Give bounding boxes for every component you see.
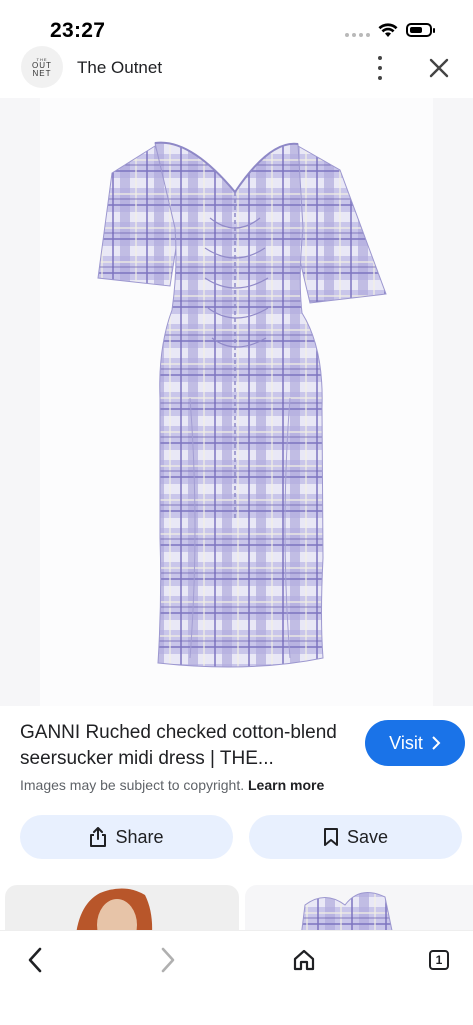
back-icon[interactable] bbox=[20, 945, 50, 975]
close-icon[interactable] bbox=[428, 57, 450, 79]
share-icon bbox=[90, 827, 107, 847]
visit-button[interactable]: Visit bbox=[365, 720, 465, 766]
forward-icon[interactable] bbox=[153, 945, 183, 975]
bottom-navigation: 1 bbox=[0, 930, 473, 1025]
wifi-icon bbox=[378, 23, 398, 37]
product-image[interactable] bbox=[40, 98, 433, 706]
status-bar: 23:27 bbox=[0, 0, 473, 44]
home-icon[interactable] bbox=[289, 945, 319, 975]
tab-count: 1 bbox=[429, 950, 449, 970]
site-logo: THE OUT NET bbox=[21, 46, 63, 88]
chevron-right-icon bbox=[432, 736, 441, 750]
signal-icon bbox=[345, 33, 370, 37]
copyright-notice: Images may be subject to copyright. Lear… bbox=[20, 777, 325, 793]
save-button[interactable]: Save bbox=[249, 815, 462, 859]
more-options-icon[interactable] bbox=[370, 56, 390, 80]
site-name: The Outnet bbox=[77, 58, 163, 77]
product-image-area bbox=[0, 98, 473, 706]
dress-illustration bbox=[97, 141, 387, 668]
battery-icon bbox=[406, 23, 435, 37]
product-title[interactable]: GANNI Ruched checked cotton-blend seersu… bbox=[20, 720, 350, 772]
status-time: 23:27 bbox=[50, 19, 106, 42]
tabs-icon[interactable]: 1 bbox=[424, 945, 454, 975]
bookmark-icon bbox=[323, 828, 338, 846]
share-button[interactable]: Share bbox=[20, 815, 233, 859]
learn-more-link[interactable]: Learn more bbox=[248, 777, 324, 793]
